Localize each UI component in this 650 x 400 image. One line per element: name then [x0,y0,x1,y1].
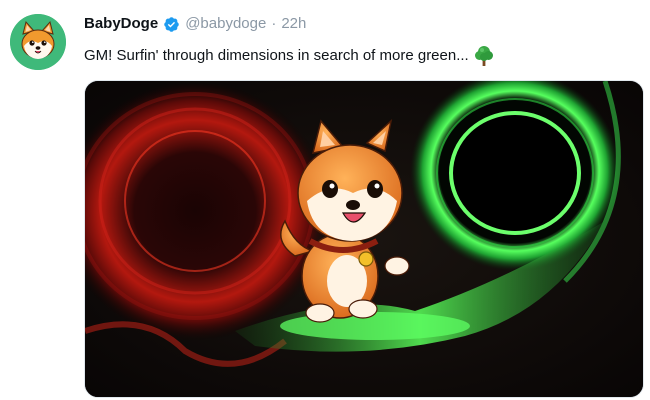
tweet-body: GM! Surfin' through dimensions in search… [84,47,469,64]
header-separator: · [271,15,277,32]
tweet-media-image[interactable] [84,80,644,398]
author-handle[interactable]: @babydoge [185,13,266,35]
tweet-text: GM! Surfin' through dimensions in search… [84,45,494,67]
author-avatar[interactable] [10,14,66,70]
baby-doge-avatar-icon [10,14,66,70]
tweet-header: BabyDoge @babydoge · 22h [84,13,306,35]
verified-badge-icon [164,16,179,32]
tweet-timestamp[interactable]: 22h [281,13,306,35]
author-name[interactable]: BabyDoge [84,13,158,35]
deciduous-tree-icon [474,46,493,66]
baby-doge-portal-illustration [85,81,643,397]
